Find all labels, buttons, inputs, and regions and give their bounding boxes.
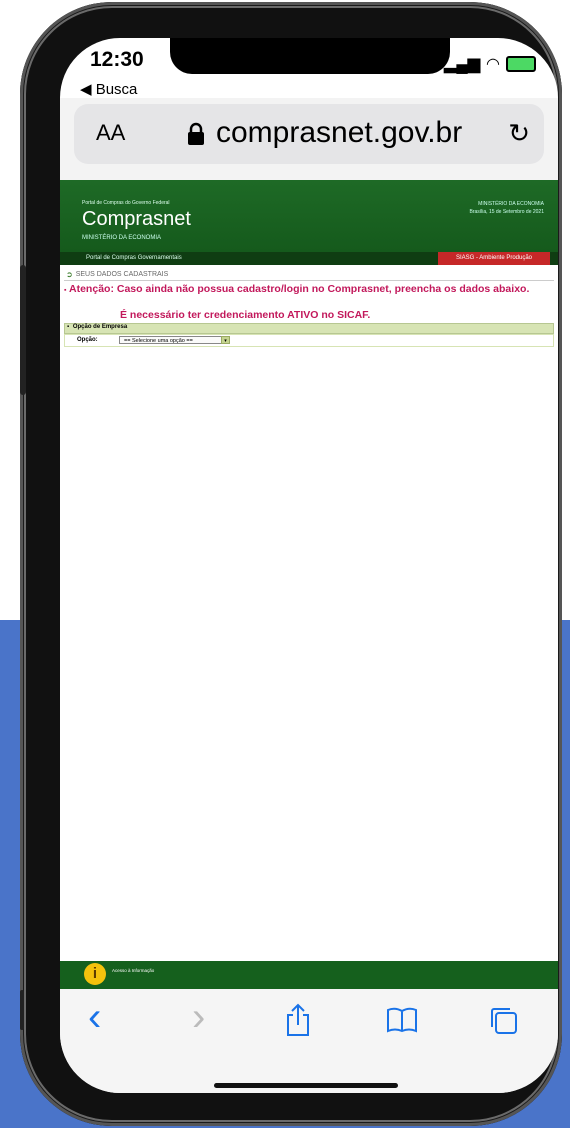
notch <box>170 38 450 74</box>
option-label: Opção: <box>77 337 98 343</box>
arrow-icon: ➲ <box>66 270 73 279</box>
home-indicator[interactable] <box>214 1083 398 1088</box>
power-button <box>20 990 24 1030</box>
forward-icon[interactable]: › <box>192 995 205 1040</box>
share-icon[interactable] <box>284 1003 312 1037</box>
chevron-down-icon[interactable]: ▾ <box>221 336 230 344</box>
warning-text: Atenção: Caso ainda não possua cadastro/… <box>69 283 530 295</box>
back-to-search-link[interactable]: ◀ Busca <box>80 80 137 98</box>
tabs-icon[interactable] <box>488 1005 518 1035</box>
site-ministry: MINISTÉRIO DA ECONOMIA <box>82 235 162 241</box>
bullet-icon: ▪ <box>64 287 67 294</box>
option-row: Opção: == Selecione uma opção == ▾ <box>64 334 554 347</box>
battery-icon <box>506 56 536 72</box>
volume-button <box>20 265 26 395</box>
book-icon[interactable] <box>386 1007 418 1033</box>
environment-badge: SIASG - Ambiente Produção <box>438 252 550 265</box>
divider <box>64 280 554 281</box>
warning-message: ▪ Atenção: Caso ainda não possua cadastr… <box>64 283 554 297</box>
url-text[interactable]: comprasnet.gov.br <box>216 116 462 150</box>
browser-toolbar: ‹ › <box>60 989 558 1093</box>
site-title[interactable]: Comprasnet <box>82 208 191 231</box>
section-title-text: SEUS DADOS CADASTRAIS <box>75 271 169 278</box>
header-right-ministry: MINISTÉRIO DA ECONOMIA <box>478 201 544 207</box>
portal-link[interactable]: Portal de Compras Governamentais <box>86 255 182 261</box>
text-size-button[interactable]: AA <box>96 120 125 146</box>
site-footer: i Acesso à Informação <box>60 961 558 989</box>
address-bar[interactable]: AA comprasnet.gov.br ↻ <box>74 104 544 164</box>
status-icons: ▂▄▆ ◠ <box>444 54 536 74</box>
wifi-icon: ◠ <box>486 56 500 73</box>
warning-required: É necessário ter credenciamento ATIVO no… <box>120 309 371 321</box>
reload-icon[interactable]: ↻ <box>508 118 530 149</box>
phone-screen: 12:30 ◀ Busca ▂▄▆ ◠ AA comprasnet.gov.br… <box>60 38 558 1093</box>
section-title: ➲ SEUS DADOS CADASTRAIS <box>66 270 168 279</box>
access-info-link[interactable]: Acesso à Informação <box>112 968 154 974</box>
lock-icon <box>188 122 204 145</box>
browser-address-area: AA comprasnet.gov.br ↻ <box>60 98 558 188</box>
form-header: ▪ Opção de Empresa <box>64 323 554 334</box>
form-header-text: Opção de Empresa <box>72 324 128 330</box>
signal-icon: ▂▄▆ <box>444 56 481 73</box>
web-content: Portal de Compras do Governo Federal Com… <box>60 180 558 970</box>
bullet-icon: ▪ <box>67 324 70 330</box>
back-icon[interactable]: ‹ <box>88 995 101 1040</box>
site-subtitle: Portal de Compras do Governo Federal <box>82 200 170 206</box>
status-time: 12:30 <box>90 48 144 71</box>
site-header: Portal de Compras do Governo Federal Com… <box>60 180 558 252</box>
option-select[interactable]: == Selecione uma opção == <box>119 336 225 344</box>
info-icon[interactable]: i <box>84 963 106 985</box>
header-date: Brasília, 15 de Setembro de 2021 <box>469 209 545 215</box>
